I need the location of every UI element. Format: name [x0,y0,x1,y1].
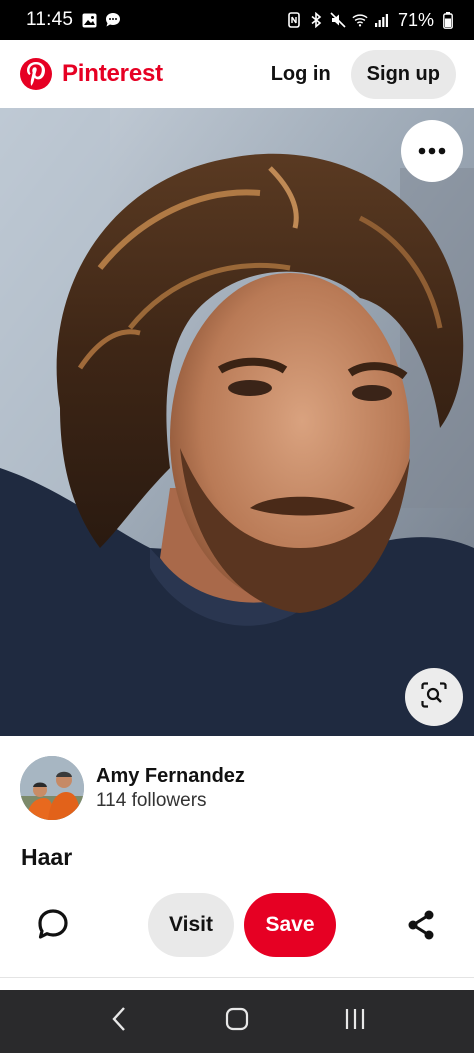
pin-photo [0,108,474,736]
visual-search-button[interactable] [405,668,463,726]
system-navigation-bar [0,990,474,1053]
signup-button[interactable]: Sign up [350,49,456,99]
brand-name: Pinterest [62,60,163,87]
creator-name[interactable]: Amy Fernandez [96,765,245,788]
battery-icon [440,11,456,29]
bluetooth-icon [308,12,324,28]
more-dots-icon [418,142,446,160]
more-options-button[interactable] [401,120,463,182]
creator-info[interactable]: Amy Fernandez 114 followers [20,756,245,820]
comment-button[interactable] [34,907,72,943]
pin-image[interactable] [0,108,474,736]
avatar[interactable] [20,756,84,820]
signal-icon [374,12,390,28]
status-time: 11:45 [26,9,74,30]
share-icon [404,910,438,946]
back-button[interactable] [99,1002,139,1042]
recent-apps-icon [344,1008,366,1035]
action-bar: Visit Save [0,892,474,958]
mute-icon [330,12,346,28]
top-header: Pinterest Log in Sign up [0,40,474,108]
gallery-icon [81,12,97,28]
back-icon [111,1006,127,1037]
nfc-icon [286,12,302,28]
wifi-icon [352,12,368,28]
divider [0,977,474,978]
battery-percent: 71% [397,9,434,30]
visual-search-icon [421,681,447,713]
pinterest-logo-icon [20,58,52,90]
brand[interactable]: Pinterest [20,58,163,90]
visit-button[interactable]: Visit [148,893,234,957]
recent-apps-button[interactable] [335,1002,375,1042]
status-bar: 11:45 71% [0,0,474,40]
login-button[interactable]: Log in [263,53,339,96]
pin-title: Haar [21,844,73,870]
chat-bubble-icon [105,12,121,28]
creator-followers: 114 followers [96,789,207,811]
share-button[interactable] [404,908,438,942]
home-icon [225,1007,249,1036]
home-button[interactable] [217,1002,257,1042]
comment-icon [34,909,72,947]
save-button[interactable]: Save [244,893,336,957]
